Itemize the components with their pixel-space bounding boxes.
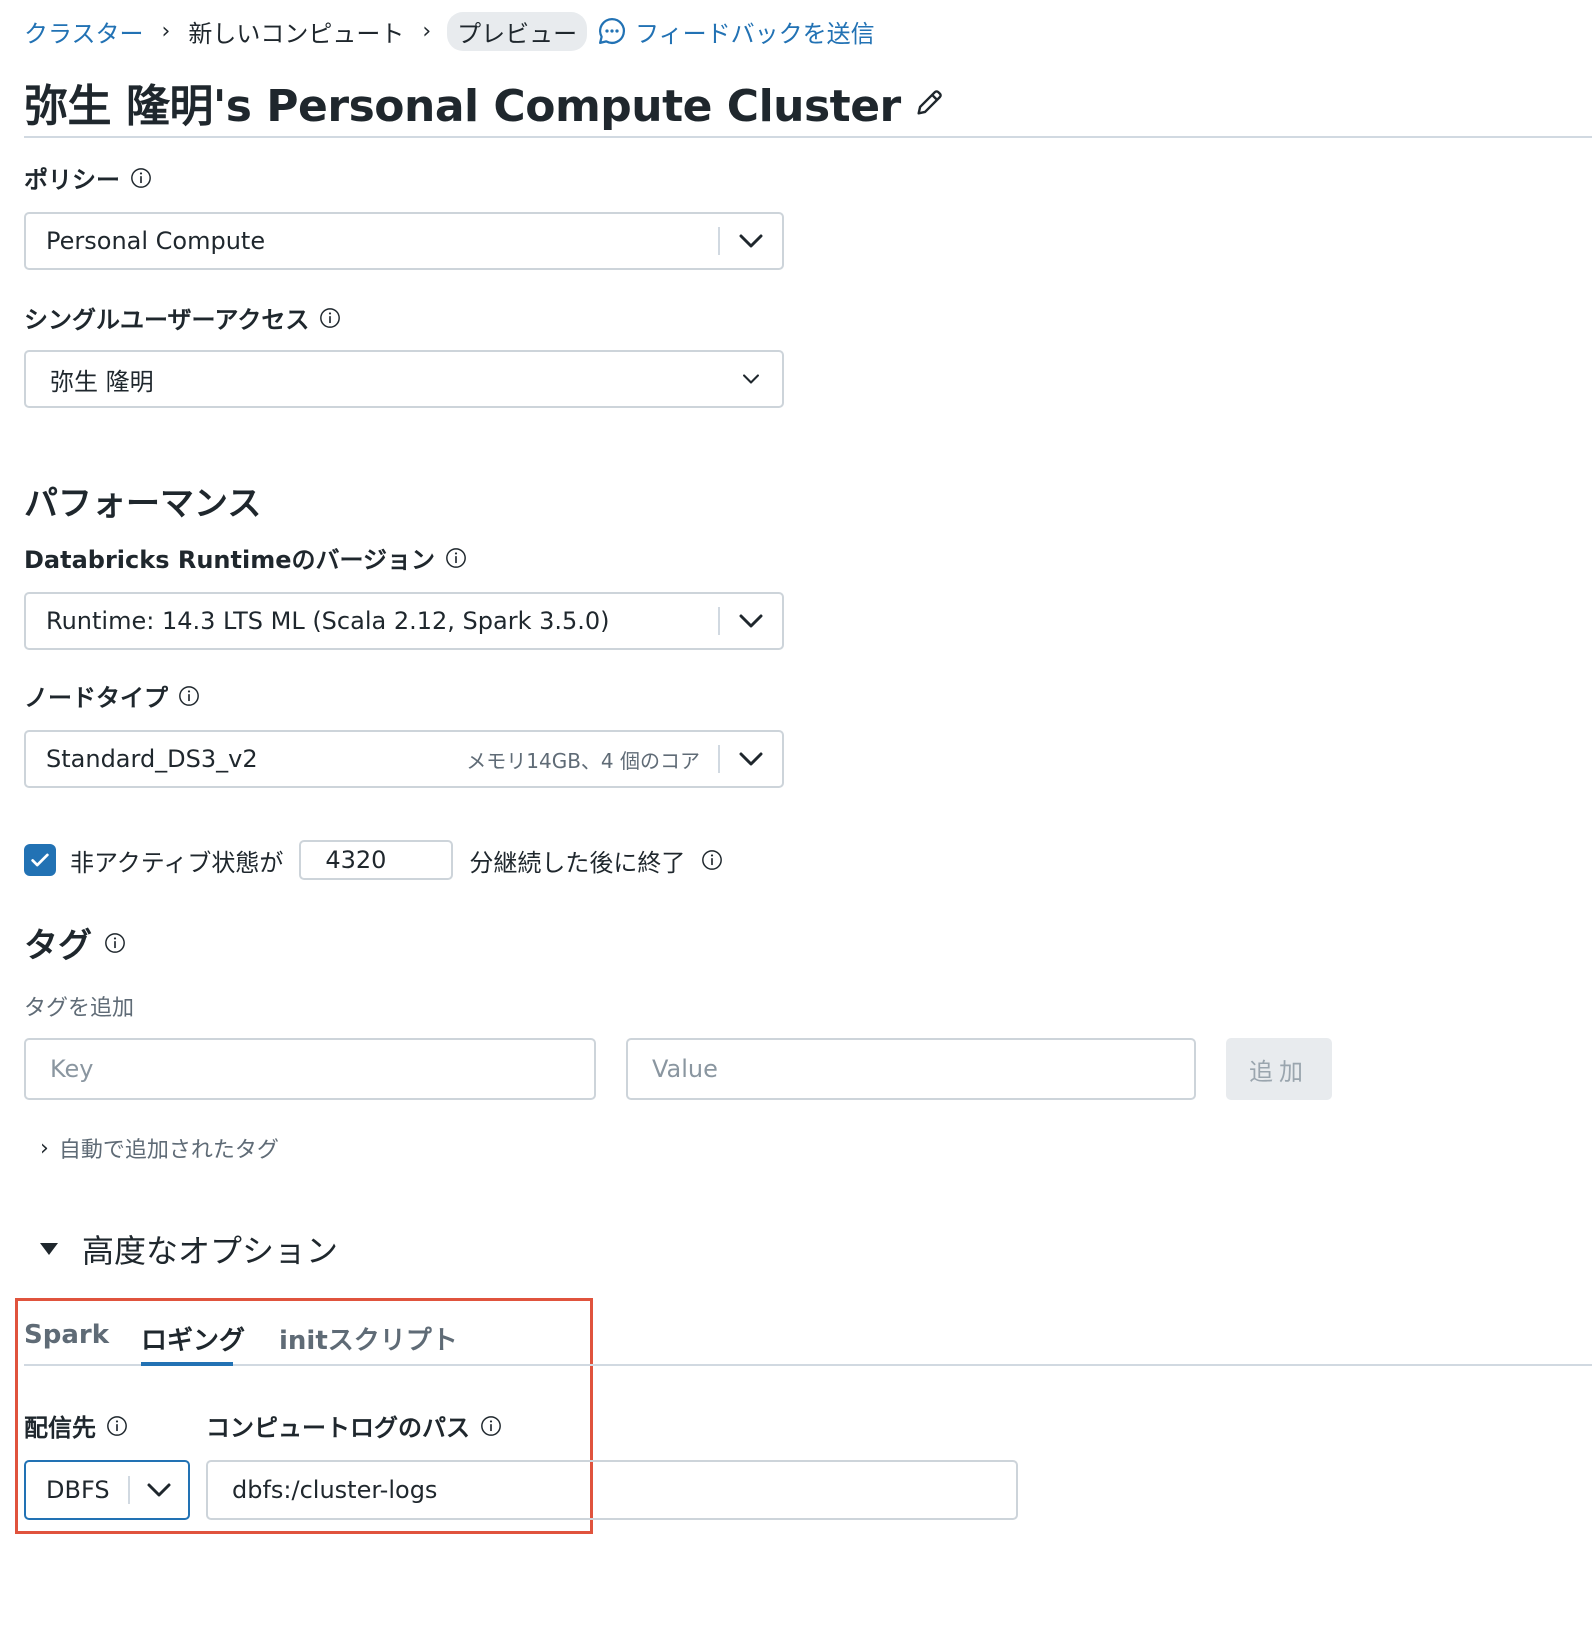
policy-value: Personal Compute bbox=[46, 227, 266, 255]
node-type-value: Standard_DS3_v2 bbox=[46, 745, 258, 773]
policy-label-row: ポリシー bbox=[24, 160, 152, 195]
tag-value-input[interactable]: Value bbox=[626, 1038, 1196, 1100]
log-path-input[interactable]: dbfs:/cluster-logs bbox=[206, 1460, 1018, 1520]
policy-label: ポリシー bbox=[24, 166, 120, 194]
breadcrumb-separator: › bbox=[161, 18, 171, 44]
chevron-down-icon[interactable] bbox=[720, 751, 782, 767]
inactivity-minutes-input[interactable]: 4320 bbox=[299, 840, 454, 880]
tab-logging[interactable]: ロギング bbox=[141, 1320, 245, 1357]
advanced-options-heading: 高度なオプション bbox=[82, 1232, 339, 1270]
info-icon[interactable] bbox=[701, 849, 723, 871]
single-user-label: シングルユーザーアクセス bbox=[24, 306, 310, 334]
auto-tags-label: 自動で追加されたタグ bbox=[58, 1138, 279, 1163]
add-tag-label: タグを追加 bbox=[24, 996, 135, 1021]
policy-select[interactable]: Personal Compute bbox=[24, 212, 784, 270]
send-feedback-label: フィードバックを送信 bbox=[635, 19, 875, 48]
tabs-divider bbox=[24, 1364, 1592, 1366]
runtime-label: Databricks Runtimeのバージョン bbox=[24, 546, 436, 574]
runtime-value: Runtime: 14.3 LTS ML (Scala 2.12, Spark … bbox=[46, 607, 610, 635]
info-icon[interactable] bbox=[445, 547, 467, 569]
info-icon[interactable] bbox=[106, 1415, 128, 1437]
node-type-spec: メモリ14GB、4 個のコア bbox=[466, 748, 700, 773]
chevron-down-icon[interactable] bbox=[720, 613, 782, 629]
breadcrumb-separator: › bbox=[422, 18, 432, 44]
destination-value: DBFS bbox=[46, 1476, 110, 1504]
preview-badge: プレビュー bbox=[447, 11, 588, 51]
pencil-icon[interactable] bbox=[913, 85, 947, 119]
tab-spark[interactable]: Spark bbox=[24, 1320, 109, 1350]
single-user-select[interactable]: 弥生 隆明 bbox=[24, 350, 784, 408]
single-user-label-row: シングルユーザーアクセス bbox=[24, 300, 341, 335]
info-icon[interactable] bbox=[319, 307, 341, 329]
checkmark-icon bbox=[31, 853, 49, 867]
title-divider bbox=[24, 136, 1592, 138]
info-icon[interactable] bbox=[480, 1415, 502, 1437]
runtime-label-row: Databricks Runtimeのバージョン bbox=[24, 540, 467, 575]
auto-termination-row: 非アクティブ状態が 4320 分継続した後に終了 bbox=[24, 840, 723, 880]
advanced-options-toggle[interactable]: 高度なオプション bbox=[38, 1226, 338, 1272]
breadcrumb-new-compute: 新しいコンピュート bbox=[188, 19, 405, 48]
performance-heading: パフォーマンス bbox=[24, 484, 262, 524]
log-path-label-row: コンピュートログのパス bbox=[206, 1408, 502, 1443]
send-feedback-link[interactable]: フィードバックを送信 bbox=[597, 14, 875, 49]
info-icon[interactable] bbox=[130, 167, 152, 189]
single-user-value: 弥生 隆明 bbox=[50, 367, 154, 396]
auto-tags-toggle[interactable]: › 自動で追加されたタグ bbox=[40, 1132, 279, 1164]
chevron-right-icon: › bbox=[40, 1135, 49, 1161]
destination-label: 配信先 bbox=[24, 1414, 96, 1442]
node-type-label-row: ノードタイプ bbox=[24, 678, 200, 713]
tag-key-input[interactable]: Key bbox=[24, 1038, 596, 1100]
add-tag-button[interactable]: 追加 bbox=[1226, 1038, 1332, 1100]
runtime-select[interactable]: Runtime: 14.3 LTS ML (Scala 2.12, Spark … bbox=[24, 592, 784, 650]
auto-termination-prefix: 非アクティブ状態が bbox=[70, 848, 284, 877]
auto-termination-checkbox[interactable] bbox=[24, 844, 56, 876]
breadcrumb: クラスター › 新しいコンピュート › プレビュー フィードバックを送信 bbox=[24, 11, 875, 51]
chevron-down-icon[interactable] bbox=[720, 233, 782, 249]
active-tab-indicator bbox=[141, 1362, 233, 1366]
info-icon[interactable] bbox=[178, 685, 200, 707]
tab-init-scripts[interactable]: initスクリプト bbox=[279, 1320, 458, 1357]
caret-down-icon bbox=[40, 1243, 58, 1255]
chevron-down-icon[interactable] bbox=[720, 373, 782, 385]
tags-heading: タグ bbox=[24, 926, 92, 966]
destination-select[interactable]: DBFS bbox=[24, 1460, 190, 1520]
info-icon[interactable] bbox=[104, 932, 126, 954]
chat-bubble-icon bbox=[599, 17, 626, 44]
chevron-down-icon[interactable] bbox=[130, 1482, 188, 1498]
tags-heading-row: タグ bbox=[24, 918, 126, 967]
page-title: 弥生 隆明's Personal Compute Cluster bbox=[24, 70, 947, 134]
log-path-label: コンピュートログのパス bbox=[206, 1414, 470, 1442]
cluster-name: 弥生 隆明's Personal Compute Cluster bbox=[24, 81, 901, 132]
auto-termination-suffix: 分継続した後に終了 bbox=[469, 848, 686, 877]
node-type-select[interactable]: Standard_DS3_v2 メモリ14GB、4 個のコア bbox=[24, 730, 784, 788]
breadcrumb-clusters-link[interactable]: クラスター bbox=[24, 14, 144, 49]
node-type-label: ノードタイプ bbox=[24, 684, 168, 712]
destination-label-row: 配信先 bbox=[24, 1408, 128, 1443]
